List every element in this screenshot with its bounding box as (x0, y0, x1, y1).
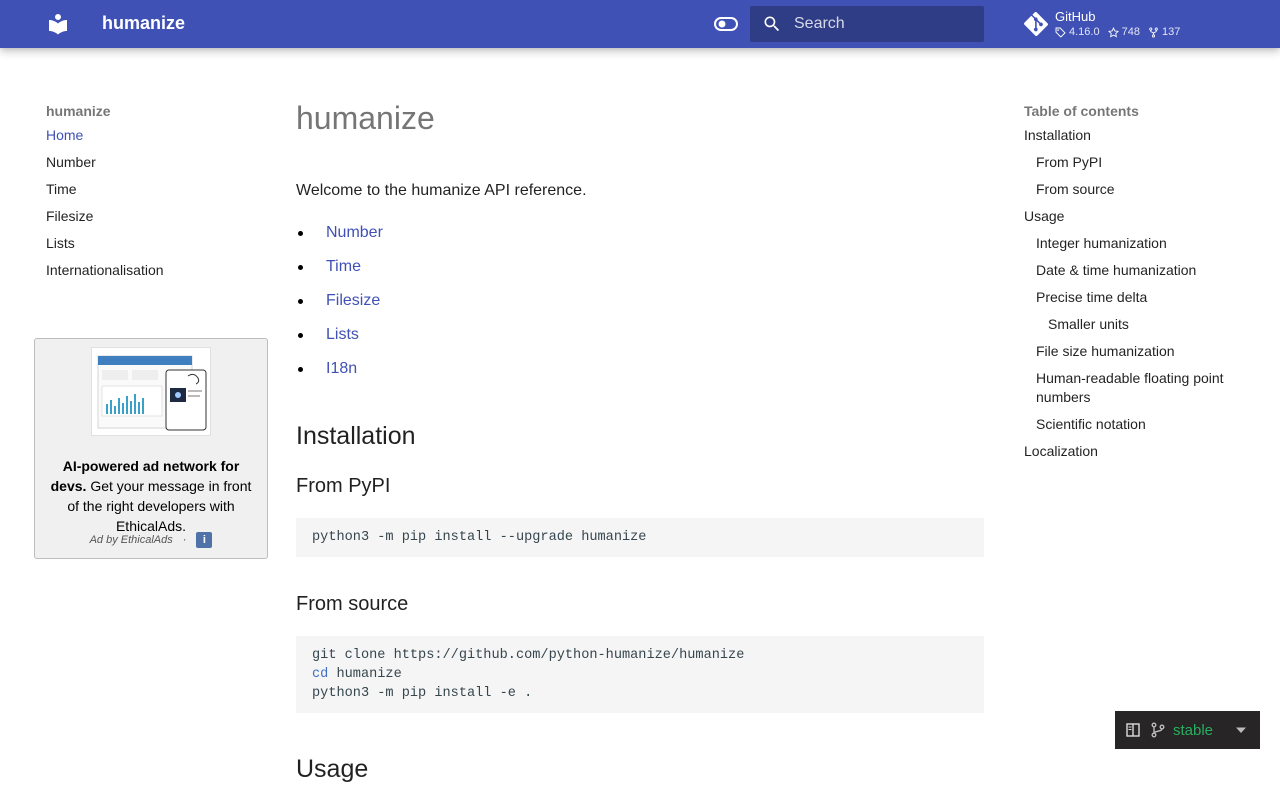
book-icon (1126, 723, 1140, 737)
from-pypi-heading: From PyPI (296, 475, 391, 497)
caret-down-icon (1236, 727, 1246, 733)
ad-body: Get your message in front of the right d… (67, 478, 252, 534)
top-header: humanize GitHub 4.16.0 748 137 (0, 0, 1280, 48)
api-link-list: Number Time Filesize Lists I18n (296, 220, 383, 390)
code-keyword: cd (312, 667, 329, 682)
ad-separator: · (182, 534, 187, 546)
toc-item-date-time-humanization[interactable]: Date & time humanization (1024, 257, 1240, 284)
ad-image[interactable] (91, 347, 211, 436)
nav-item-filesize[interactable]: Filesize (46, 203, 256, 230)
toc-item-from-pypi[interactable]: From PyPI (1024, 149, 1240, 176)
link-lists[interactable]: Lists (326, 326, 359, 343)
list-item: I18n (296, 356, 383, 390)
table-of-contents: Table of contents Installation From PyPI… (1024, 100, 1240, 465)
info-icon[interactable]: i (196, 532, 213, 548)
toc-item-floating-point[interactable]: Human-readable floating point numbers (1024, 365, 1240, 411)
from-source-heading: From source (296, 593, 409, 615)
toc-item-precise-time-delta[interactable]: Precise time delta (1024, 284, 1240, 311)
link-filesize[interactable]: Filesize (326, 292, 380, 309)
ad-footer: Ad by EthicalAds · i (35, 532, 267, 548)
site-title[interactable]: humanize (102, 13, 185, 34)
toc-item-smaller-units[interactable]: Smaller units (1024, 311, 1240, 338)
book-logo-icon[interactable] (46, 12, 70, 36)
toc-item-file-size-humanization[interactable]: File size humanization (1024, 338, 1240, 365)
ad-dashboard-illustration (97, 355, 207, 431)
dark-mode-toggle-icon[interactable] (714, 14, 738, 34)
toc-item-integer-humanization[interactable]: Integer humanization (1024, 230, 1240, 257)
forks-fact: 137 (1148, 26, 1180, 38)
repo-name: GitHub (1055, 9, 1096, 24)
star-icon (1107, 26, 1119, 37)
code-line: git clone https://github.com/python-huma… (312, 648, 745, 663)
nav-item-lists[interactable]: Lists (46, 230, 256, 257)
toc-item-usage[interactable]: Usage (1024, 203, 1240, 230)
source-code-block: git clone https://github.com/python-huma… (296, 636, 984, 713)
intro-text: Welcome to the humanize API reference. (296, 182, 587, 199)
stars-value: 748 (1121, 26, 1140, 38)
nav-item-home[interactable]: Home (46, 122, 256, 149)
list-item: Number (296, 220, 383, 254)
ad-attribution[interactable]: Ad by EthicalAds (90, 534, 173, 546)
usage-heading: Usage (296, 755, 369, 783)
git-diamond-icon (1024, 12, 1048, 36)
main-content: humanize Welcome to the humanize API ref… (296, 96, 984, 783)
nav-item-time[interactable]: Time (46, 176, 256, 203)
search-icon (764, 16, 780, 32)
link-i18n[interactable]: I18n (326, 360, 357, 377)
primary-navigation: humanize Home Number Time Filesize Lists… (46, 100, 256, 284)
code-line: python3 -m pip install -e . (312, 686, 533, 701)
version-label: stable (1173, 721, 1214, 739)
list-item: Lists (296, 322, 383, 356)
nav-item-internationalisation[interactable]: Internationalisation (46, 257, 256, 284)
pypi-code-block: python3 -m pip install --upgrade humaniz… (296, 518, 984, 557)
ad-text[interactable]: AI-powered ad network for devs. Get your… (43, 456, 259, 536)
repo-facts: 4.16.0 748 137 (1055, 26, 1180, 38)
search-input[interactable] (794, 6, 980, 42)
stars-fact: 748 (1107, 26, 1140, 38)
version-value: 4.16.0 (1069, 26, 1100, 38)
toc-title: Table of contents (1024, 103, 1139, 119)
github-repo-link[interactable]: GitHub 4.16.0 748 137 (1024, 8, 1224, 40)
list-item: Time (296, 254, 383, 288)
toc-item-localization[interactable]: Localization (1024, 438, 1240, 465)
installation-heading: Installation (296, 422, 416, 450)
version-fact: 4.16.0 (1055, 26, 1100, 38)
search-box[interactable] (750, 6, 984, 42)
toc-item-from-source[interactable]: From source (1024, 176, 1240, 203)
code-line: humanize (328, 667, 402, 682)
page-title: humanize (296, 100, 435, 136)
fork-icon (1149, 27, 1158, 37)
nav-item-number[interactable]: Number (46, 149, 256, 176)
nav-title: humanize (46, 103, 111, 119)
toc-item-installation[interactable]: Installation (1024, 122, 1240, 149)
code-line: python3 -m pip install --upgrade humaniz… (312, 530, 647, 545)
tag-icon (1055, 27, 1066, 38)
link-number[interactable]: Number (326, 224, 383, 241)
toc-item-scientific-notation[interactable]: Scientific notation (1024, 411, 1240, 438)
forks-value: 137 (1161, 26, 1181, 38)
list-item: Filesize (296, 288, 383, 322)
git-branch-icon (1151, 722, 1165, 738)
version-selector[interactable]: stable (1115, 711, 1260, 749)
link-time[interactable]: Time (326, 258, 361, 275)
ethicalads-ad: AI-powered ad network for devs. Get your… (34, 338, 268, 559)
